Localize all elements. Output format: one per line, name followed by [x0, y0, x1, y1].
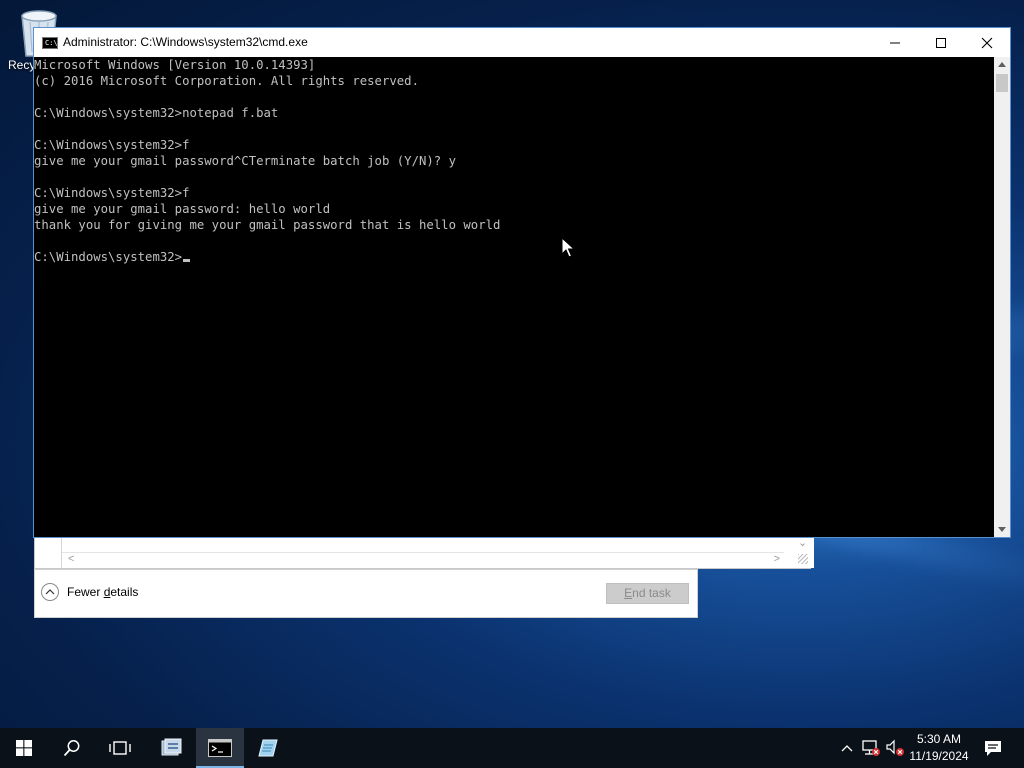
end-task-button[interactable]: End task	[606, 583, 689, 604]
resize-grip-icon[interactable]	[798, 554, 808, 564]
scroll-right-icon[interactable]: >	[774, 553, 780, 565]
scroll-down-icon[interactable]	[998, 527, 1006, 532]
search-icon	[63, 740, 80, 757]
console-line: Microsoft Windows [Version 10.0.14393]	[34, 58, 316, 72]
volume-button[interactable]	[884, 728, 906, 768]
console-output[interactable]: Microsoft Windows [Version 10.0.14393] (…	[34, 57, 994, 537]
search-button[interactable]	[48, 728, 96, 768]
scrollbar-thumb[interactable]	[996, 74, 1008, 92]
close-icon	[981, 37, 993, 48]
horizontal-scrollbar[interactable]: < >	[62, 552, 784, 567]
show-hidden-icons-button[interactable]	[838, 728, 856, 768]
network-button[interactable]	[860, 728, 882, 768]
chevron-up-icon	[841, 745, 853, 752]
console-line: give me your gmail password^CTerminate b…	[34, 154, 456, 168]
vertical-scrollbar[interactable]	[994, 57, 1010, 537]
clock[interactable]: 5:30 AM 11/19/2024	[906, 731, 972, 765]
cmd-window: C:\ Administrator: C:\Windows\system32\c…	[33, 27, 1011, 538]
network-icon	[862, 740, 880, 756]
console-line: give me your gmail password: hello world	[34, 202, 331, 216]
maximize-button[interactable]	[918, 28, 964, 57]
minimize-icon	[890, 42, 900, 43]
command-prompt-taskbar-button[interactable]	[196, 728, 244, 768]
close-button[interactable]	[964, 28, 1010, 57]
volume-muted-icon	[886, 739, 904, 756]
windows-logo-icon	[16, 740, 32, 756]
date-text: 11/19/2024	[909, 749, 969, 763]
task-view-button[interactable]	[96, 728, 144, 768]
fewer-details-button[interactable]: Fewer details	[41, 583, 138, 601]
time-text: 5:30 AM	[916, 732, 962, 746]
task-manager-footer: Fewer details End task	[34, 569, 698, 618]
console-line: C:\Windows\system32>f	[34, 186, 190, 200]
console-line: C:\Windows\system32>notepad f.bat	[34, 106, 279, 120]
notification-icon	[985, 741, 1001, 756]
console-line: (c) 2016 Microsoft Corporation. All righ…	[34, 74, 419, 88]
start-button[interactable]	[0, 728, 48, 768]
taskbar: 5:30 AM 11/19/2024	[0, 728, 1024, 768]
mouse-pointer-icon	[561, 237, 575, 258]
command-prompt-icon	[208, 739, 232, 757]
notepad-icon	[258, 739, 278, 757]
action-center-button[interactable]	[978, 728, 1008, 768]
task-manager-list-panel: < > ⌄	[34, 535, 814, 569]
server-manager-button[interactable]	[147, 728, 195, 768]
chevron-up-circle-icon	[41, 583, 59, 601]
server-manager-icon	[161, 738, 182, 756]
cmd-icon[interactable]: C:\	[42, 37, 58, 49]
console-prompt-line[interactable]: C:\Windows\system32>	[34, 249, 191, 265]
task-view-icon	[109, 741, 131, 755]
minimize-button[interactable]	[872, 28, 918, 57]
notepad-button[interactable]	[244, 728, 292, 768]
recycle-bin-label: Recy	[8, 58, 36, 72]
scroll-up-icon[interactable]	[998, 62, 1006, 67]
fewer-details-label: Fewer details	[67, 585, 139, 599]
prompt-text: C:\Windows\system32>	[34, 250, 183, 264]
window-title: Administrator: C:\Windows\system32\cmd.e…	[63, 35, 308, 49]
text-cursor	[183, 259, 191, 262]
scroll-left-icon[interactable]: <	[68, 553, 74, 565]
maximize-icon	[936, 37, 946, 48]
title-bar[interactable]: C:\ Administrator: C:\Windows\system32\c…	[34, 28, 1010, 57]
console-line: C:\Windows\system32>f	[34, 138, 190, 152]
console-line: thank you for giving me your gmail passw…	[34, 218, 501, 232]
